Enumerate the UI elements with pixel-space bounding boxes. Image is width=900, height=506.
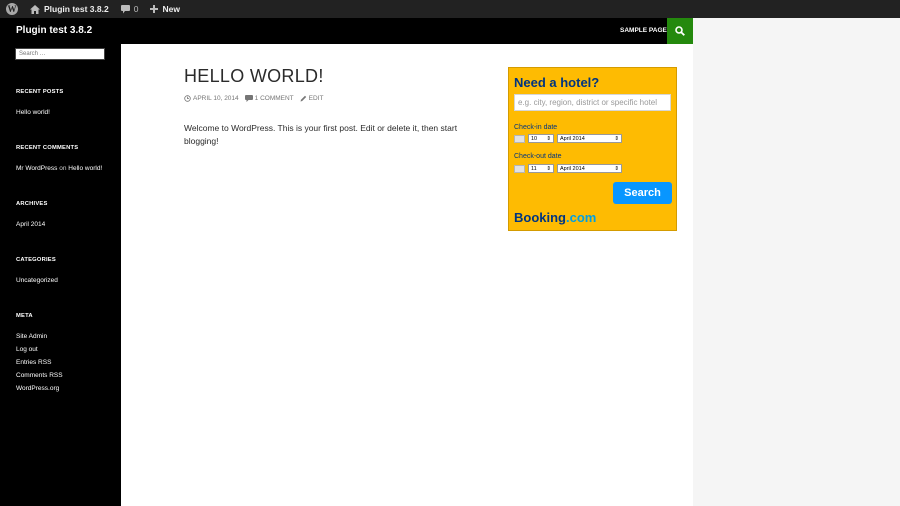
pencil-icon [300, 95, 306, 102]
destination-input[interactable]: e.g. city, region, district or specific … [514, 94, 671, 111]
checkout-day-select[interactable]: 11 ⇕ [528, 164, 554, 173]
post-date[interactable]: APRIL 10, 2014 [184, 95, 239, 102]
archives-title: ARCHIVES [16, 201, 48, 207]
comment-bubble-icon [120, 4, 130, 13]
search-icon [675, 26, 685, 36]
comment-icon [244, 95, 253, 102]
select-arrows-icon: ⇕ [614, 165, 619, 172]
checkin-month-select[interactable]: April 2014 ⇕ [557, 134, 622, 143]
recent-post-link[interactable]: Hello world! [16, 109, 50, 116]
checkin-day-select[interactable]: 10 ⇕ [528, 134, 554, 143]
checkin-month-value: April 2014 [560, 135, 585, 142]
nav-sample-page[interactable]: SAMPLE PAGE [620, 27, 667, 34]
categories-title: CATEGORIES [16, 257, 56, 263]
post-meta: APRIL 10, 2014 1 COMMENT EDIT [184, 95, 323, 102]
checkout-label: Check-out date [514, 153, 562, 160]
comments-menu[interactable]: 0 [115, 0, 145, 18]
site-name-label: Plugin test 3.8.2 [44, 4, 109, 14]
comment-author-link[interactable]: Mr WordPress [16, 165, 57, 172]
sidebar: Search … RECENT POSTS Hello world! RECEN… [0, 44, 121, 506]
search-toggle-button[interactable] [667, 18, 693, 44]
site-title[interactable]: Plugin test 3.8.2 [16, 25, 92, 36]
recent-comment-item: Mr WordPress on Hello world! [16, 165, 102, 172]
checkin-row: 10 ⇕ April 2014 ⇕ [514, 134, 622, 143]
post-comments-label: 1 COMMENT [254, 95, 294, 102]
archive-link[interactable]: April 2014 [16, 221, 45, 228]
sidebar-search-input[interactable]: Search … [15, 48, 105, 60]
meta-link-site-admin[interactable]: Site Admin [16, 333, 47, 340]
meta-link-log-out[interactable]: Log out [16, 346, 38, 353]
meta-link-entries-rss[interactable]: Entries RSS [16, 359, 51, 366]
new-content-menu[interactable]: New [144, 0, 185, 18]
checkout-day-value: 11 [531, 165, 537, 172]
booking-widget: Need a hotel? e.g. city, region, distric… [508, 67, 677, 231]
meta-link-comments-rss[interactable]: Comments RSS [16, 372, 63, 379]
checkout-calendar-icon[interactable] [514, 164, 525, 173]
checkin-label: Check-in date [514, 124, 558, 131]
select-arrows-icon: ⇕ [546, 165, 551, 172]
booking-logo-part1: Booking [514, 210, 566, 225]
new-label: New [162, 4, 180, 14]
post-edit-link[interactable]: EDIT [300, 95, 324, 102]
site-name-menu[interactable]: Plugin test 3.8.2 [24, 0, 115, 18]
category-link[interactable]: Uncategorized [16, 277, 58, 284]
checkout-month-select[interactable]: April 2014 ⇕ [557, 164, 622, 173]
checkin-day-value: 10 [531, 135, 538, 142]
wordpress-logo-icon: W [6, 3, 18, 15]
site-header: Plugin test 3.8.2 SAMPLE PAGE [0, 18, 693, 44]
meta-link-wordpress-org[interactable]: WordPress.org [16, 385, 59, 392]
checkout-month-value: April 2014 [560, 165, 585, 172]
post-comments-link[interactable]: 1 COMMENT [244, 95, 294, 102]
comment-post-link[interactable]: Hello world! [68, 165, 102, 172]
checkin-calendar-icon[interactable] [514, 134, 525, 143]
booking-title: Need a hotel? [514, 75, 600, 90]
booking-logo-part2: .com [566, 210, 597, 225]
checkout-row: 11 ⇕ April 2014 ⇕ [514, 164, 622, 173]
comments-count: 0 [133, 4, 139, 14]
booking-search-button[interactable]: Search [613, 182, 672, 204]
admin-bar: W Plugin test 3.8.2 0 New [0, 0, 900, 18]
plus-icon [150, 5, 159, 13]
recent-comments-title: RECENT COMMENTS [16, 145, 79, 151]
select-arrows-icon: ⇕ [614, 135, 619, 142]
meta-title: META [16, 313, 33, 319]
recent-posts-title: RECENT POSTS [16, 89, 64, 95]
post-edit-label: EDIT [308, 95, 324, 102]
post-body: Welcome to WordPress. This is your first… [184, 123, 458, 146]
home-icon [30, 4, 40, 14]
wp-logo-menu[interactable]: W [0, 0, 24, 18]
comment-on-text: on [59, 165, 67, 172]
booking-logo[interactable]: Booking.com [514, 210, 596, 225]
clock-icon [184, 95, 191, 102]
post-date-label: APRIL 10, 2014 [193, 95, 239, 102]
post-title[interactable]: HELLO WORLD! [184, 66, 324, 87]
select-arrows-icon: ⇕ [546, 135, 551, 142]
